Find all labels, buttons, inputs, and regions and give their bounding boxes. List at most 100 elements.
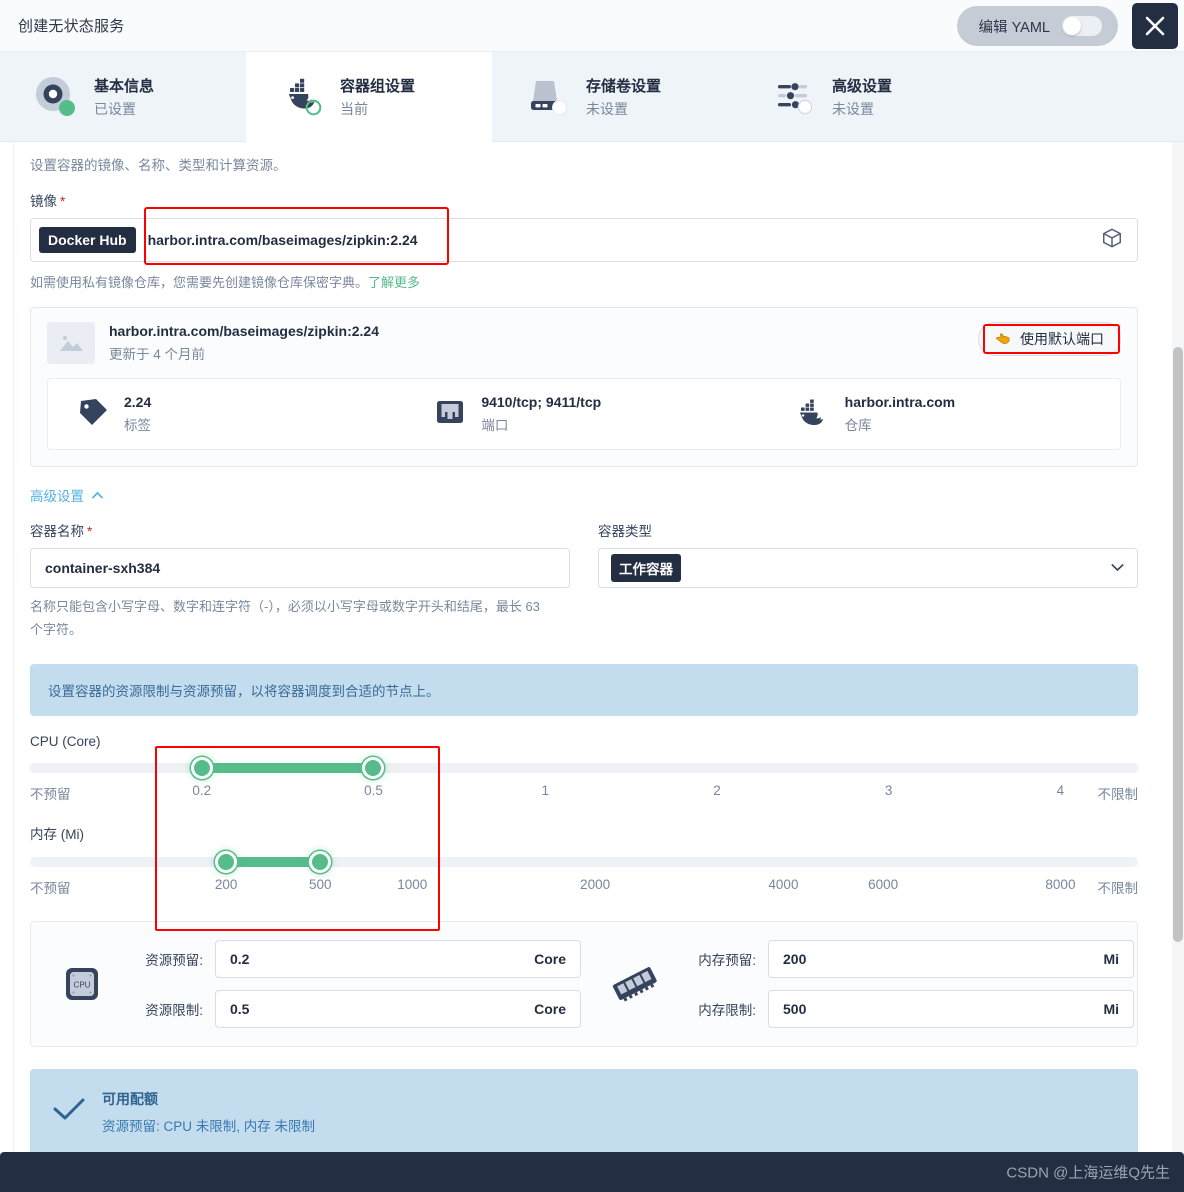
- edit-yaml-toggle[interactable]: 编辑 YAML: [956, 6, 1118, 46]
- memory-reserve-label: 内存预留:: [698, 952, 756, 968]
- memory-reserve-input[interactable]: 200 Mi: [768, 939, 1134, 978]
- container-name-input[interactable]: container-sxh384: [30, 548, 570, 588]
- image-registry-value: harbor.intra.com: [844, 394, 956, 410]
- memory-limit-input[interactable]: 500 Mi: [768, 989, 1134, 1028]
- tab-container-group-title: 容器组设置: [340, 78, 416, 95]
- resource-info-banner: 设置容器的资源限制与资源预留，以将容器调度到合适的节点上。: [30, 663, 1138, 716]
- memory-slider-ticks: 不预留 200 500 1000 2000 4000 6000 8000 不限制: [30, 877, 1138, 899]
- image-input-row[interactable]: Docker Hub harbor.intra.com/baseimages/z…: [30, 207, 1138, 265]
- memory-tick-4: 2000: [580, 876, 611, 892]
- memory-tick-3: 1000: [397, 876, 428, 892]
- cpu-limit-label: 资源限制:: [145, 1002, 203, 1018]
- memory-reserve-unit: Mi: [1103, 950, 1119, 967]
- container-type-field: 容器类型 工作容器: [598, 520, 1138, 642]
- memory-slider-label: 内存 (Mi): [30, 826, 84, 842]
- docker-whale-icon: [280, 75, 324, 119]
- close-button[interactable]: [1132, 3, 1178, 49]
- image-result-card: harbor.intra.com/baseimages/zipkin:2.24 …: [30, 307, 1138, 467]
- tag-icon: [76, 397, 110, 432]
- cpu-reserve-input[interactable]: 0.2 Core: [215, 939, 581, 978]
- image-meta-port-text: 9410/tcp; 9411/tcp 端口: [481, 394, 601, 434]
- header-actions: 编辑 YAML: [956, 0, 1184, 52]
- memory-reserve-value: 200: [783, 950, 807, 967]
- cpu-slider-rail[interactable]: [30, 756, 1138, 779]
- cpu-tick-4: 2: [713, 782, 721, 798]
- cpu-slider-handle-max[interactable]: [362, 756, 385, 779]
- cpu-tick-5: 3: [884, 782, 893, 798]
- tab-storage-volume[interactable]: 存储卷设置 未设置: [492, 52, 738, 142]
- tab-storage-volume-title: 存储卷设置: [586, 78, 662, 95]
- memory-slider-handle-max[interactable]: [309, 850, 332, 873]
- check-icon: [52, 1096, 86, 1127]
- image-hint-text: 如需使用私有镜像仓库，您需要先创建镜像仓库保密字典。: [30, 275, 369, 290]
- tab-container-group-status: 当前: [340, 101, 368, 117]
- use-default-port-button[interactable]: 使用默认端口: [978, 322, 1121, 356]
- tab-advanced-settings[interactable]: 高级设置 未设置: [738, 52, 984, 142]
- memory-slider-rail[interactable]: [30, 850, 1138, 873]
- memory-tick-8: 不限制: [1097, 880, 1139, 896]
- cpu-reserve-value: 0.2: [230, 950, 250, 967]
- memory-resource-fields: 内存预留: 200 Mi 内存限制: 500 Mi: [674, 939, 1134, 1028]
- storage-volume-icon: [526, 75, 570, 119]
- cpu-tick-1: 0.2: [192, 782, 212, 798]
- scrollbar-track[interactable]: [1172, 142, 1184, 1152]
- memory-slider-fill: [226, 856, 321, 867]
- memory-resource-group: 内存预留: 200 Mi 内存限制: 500 Mi: [584, 939, 1137, 1028]
- sliders-icon: [772, 75, 816, 119]
- chevron-up-icon: [91, 488, 104, 503]
- container-name-label: 容器名称 *: [30, 520, 570, 540]
- create-stateless-service-dialog: 创建无状态服务 编辑 YAML 基本信息 已设置 容器组设置 当前 存储卷设置 …: [0, 0, 1184, 1192]
- memory-limit-unit: Mi: [1103, 1000, 1119, 1017]
- edit-yaml-label: 编辑 YAML: [978, 19, 1050, 36]
- image-port-key: 端口: [481, 418, 509, 433]
- image-tag-key: 标签: [124, 418, 151, 433]
- close-icon: [1145, 16, 1165, 36]
- tab-basic-info[interactable]: 基本信息 已设置: [0, 52, 246, 142]
- memory-slider-handle-min[interactable]: [215, 850, 238, 873]
- cpu-limit-input[interactable]: 0.5 Core: [215, 989, 581, 1028]
- memory-tick-7: 8000: [1045, 876, 1076, 892]
- image-card-header: harbor.intra.com/baseimages/zipkin:2.24 …: [47, 322, 1121, 364]
- memory-tick-6: 6000: [868, 876, 899, 892]
- cpu-slider-label: CPU (Core): [30, 733, 101, 749]
- yaml-switch[interactable]: [1062, 16, 1102, 36]
- image-placeholder-icon: [47, 322, 95, 364]
- cpu-slider-fill: [201, 762, 374, 773]
- section-description: 设置容器的镜像、名称、类型和计算资源。: [30, 158, 287, 173]
- resource-inputs: CPU 资源预留: 0.2 Core 资源限制: 0.5 Core 内存预留: …: [30, 920, 1138, 1047]
- cpu-limit-value: 0.5: [230, 1000, 250, 1017]
- use-default-port-label: 使用默认端口: [1020, 331, 1104, 347]
- name-type-row: 容器名称 * container-sxh384 名称只能包含小写字母、数字和连字符…: [30, 520, 1138, 642]
- page-title: 创建无状态服务: [18, 18, 125, 35]
- memory-tick-2: 500: [309, 876, 332, 892]
- image-field-label: 镜像 *: [30, 190, 1138, 210]
- scrollbar-thumb[interactable]: [1173, 347, 1183, 942]
- form-scroll-area: 设置容器的镜像、名称、类型和计算资源。 镜像 * Docker Hub harbo…: [0, 142, 1184, 1152]
- memory-limit-line: 内存限制: 500 Mi: [674, 989, 1134, 1028]
- cpu-slider-handle-min[interactable]: [190, 756, 213, 779]
- tab-storage-volume-status: 未设置: [586, 101, 628, 117]
- cpu-tick-7: 不限制: [1097, 786, 1139, 802]
- tab-storage-volume-text: 存储卷设置 未设置: [586, 75, 661, 119]
- container-type-select[interactable]: 工作容器: [598, 548, 1138, 588]
- memory-tick-0: 不预留: [30, 880, 71, 896]
- cpu-chip-icon: CPU: [57, 961, 107, 1007]
- pointer-hand-icon: [995, 330, 1012, 348]
- required-marker: *: [60, 194, 66, 209]
- advanced-settings-toggle[interactable]: 高级设置: [30, 485, 104, 505]
- quota-title: 可用配额: [102, 1090, 158, 1107]
- cpu-tick-0: 不预留: [30, 786, 71, 802]
- memory-stick-icon: [610, 961, 660, 1007]
- image-input[interactable]: harbor.intra.com/baseimages/zipkin:2.24: [148, 232, 1101, 248]
- cpu-limit-unit: Core: [534, 1000, 566, 1017]
- basic-info-icon: [34, 75, 78, 119]
- left-edge-rule: [0, 142, 14, 1152]
- chevron-down-icon: [1110, 559, 1125, 577]
- quota-detail: 资源预留: CPU 未限制, 内存 未限制: [102, 1118, 316, 1134]
- tab-container-group[interactable]: 容器组设置 当前: [246, 52, 492, 142]
- learn-more-link[interactable]: 了解更多: [368, 275, 420, 290]
- footer-bar: CSDN @上海运维Q先生: [0, 1152, 1184, 1192]
- package-icon: [1101, 227, 1123, 254]
- docker-whale-icon: [791, 397, 831, 432]
- tab-advanced-settings-status: 未设置: [832, 101, 874, 117]
